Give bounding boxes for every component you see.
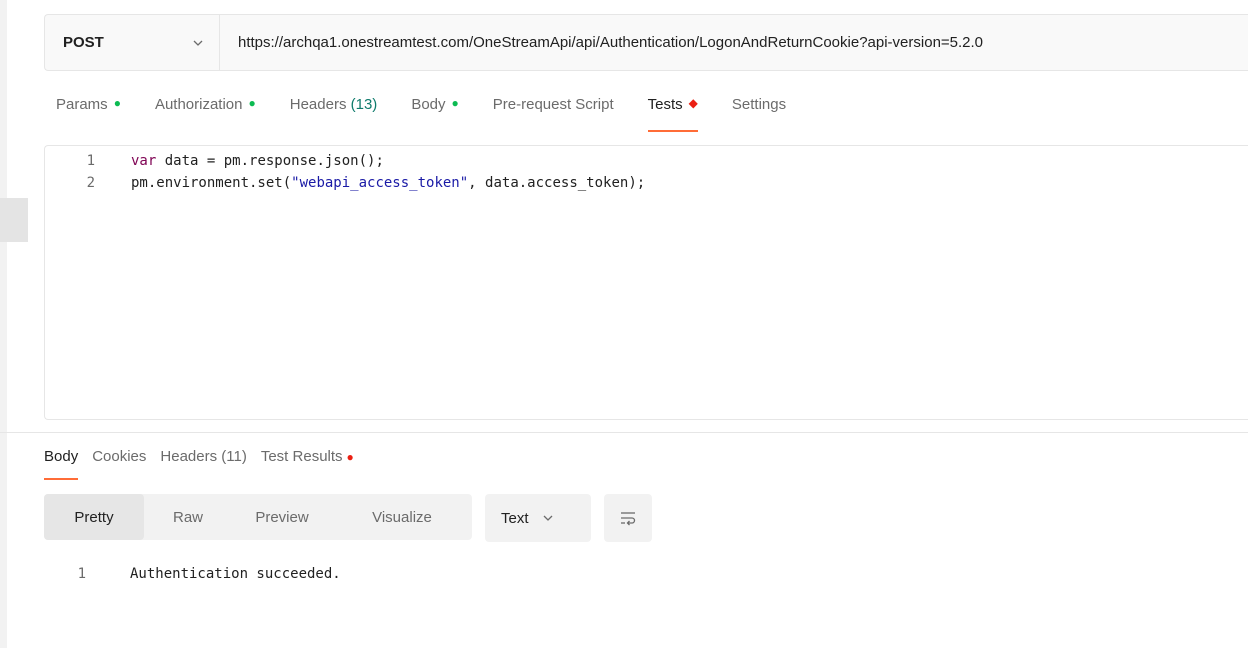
section-divider [0, 432, 1248, 433]
tab-response-headers[interactable]: Headers (11) [160, 448, 246, 482]
tab-tests[interactable]: Tests ◆ [647, 96, 699, 136]
tab-label: Body [411, 96, 446, 113]
postman-request-view: POST https://archqa1.onestreamtest.com/O… [0, 0, 1248, 648]
method-label: POST [63, 34, 104, 51]
status-dot: ● [248, 96, 256, 110]
code-post: , data.access_token); [468, 175, 646, 191]
tab-pre-request-script[interactable]: Pre-request Script [493, 96, 614, 136]
line-number: 2 [86, 175, 95, 191]
tab-test-results[interactable]: Test Results ● [261, 448, 354, 482]
code-string: "webapi_access_token" [291, 175, 469, 191]
tab-label: Pre-request Script [492, 96, 614, 113]
scrollbar-thumb[interactable] [0, 198, 28, 242]
format-select[interactable]: Text [485, 494, 591, 542]
tab-label: Test Results [260, 448, 343, 465]
status-diamond: ◆ [688, 96, 698, 110]
line-number: 1 [77, 566, 86, 582]
request-tabs: Params ● Authorization ● Headers (13) Bo… [56, 96, 820, 136]
tab-params[interactable]: Params ● [56, 96, 121, 136]
line-number: 1 [86, 153, 95, 169]
method-select[interactable]: POST [45, 15, 220, 70]
chevron-down-icon [543, 515, 552, 521]
tab-label: Headers (11) [160, 448, 247, 465]
word-wrap-icon [621, 512, 636, 526]
response-text: Authentication succeeded. [130, 566, 341, 582]
word-wrap-button[interactable] [604, 494, 652, 542]
preview-button[interactable]: Preview [232, 494, 332, 540]
url-input[interactable]: https://archqa1.onestreamtest.com/OneStr… [220, 34, 983, 51]
tab-label: Settings [731, 96, 787, 113]
format-label: Text [501, 509, 529, 527]
tab-label: Body [44, 448, 79, 465]
tab-settings[interactable]: Settings [732, 96, 786, 136]
header-count: (13) [350, 96, 378, 113]
response-body-line: 1 Authentication succeeded. [44, 564, 341, 584]
tab-response-body[interactable]: Body [44, 448, 79, 482]
status-dot: ● [113, 96, 121, 110]
url-bar: POST https://archqa1.onestreamtest.com/O… [44, 14, 1248, 71]
code-pre: pm.environment.set( [131, 175, 292, 191]
tab-label: Tests [647, 96, 683, 113]
view-mode-group: Pretty Raw Preview Visualize [44, 494, 472, 540]
raw-button[interactable]: Raw [144, 494, 232, 540]
left-scrollbar[interactable] [0, 0, 28, 648]
status-dot: ● [346, 450, 354, 464]
code-text: pm.environment.set("webapi_access_token"… [131, 175, 645, 191]
chevron-down-icon [193, 40, 203, 46]
pretty-button[interactable]: Pretty [44, 494, 144, 540]
tab-headers[interactable]: Headers (13) [290, 96, 378, 136]
tab-body[interactable]: Body ● [411, 96, 458, 136]
visualize-button[interactable]: Visualize [332, 494, 472, 540]
code-rest: data = pm.response.json(); [156, 153, 384, 169]
code-line: 1 var data = pm.response.json(); [45, 151, 384, 171]
code-text: var data = pm.response.json(); [131, 153, 384, 169]
tab-label: Authorization [154, 96, 243, 113]
code-keyword: var [131, 153, 157, 169]
tab-label: Cookies [92, 448, 147, 465]
code-line: 2 pm.environment.set("webapi_access_toke… [45, 173, 646, 193]
tab-cookies[interactable]: Cookies [92, 448, 146, 482]
tests-code-editor[interactable]: 1 var data = pm.response.json(); 2 pm.en… [44, 145, 1248, 420]
response-tabs: Body Cookies Headers (11) Test Results ● [44, 448, 368, 482]
tab-label: Headers [289, 96, 347, 113]
status-dot: ● [451, 96, 459, 110]
tab-authorization[interactable]: Authorization ● [155, 96, 256, 136]
tab-label: Params [56, 96, 108, 113]
